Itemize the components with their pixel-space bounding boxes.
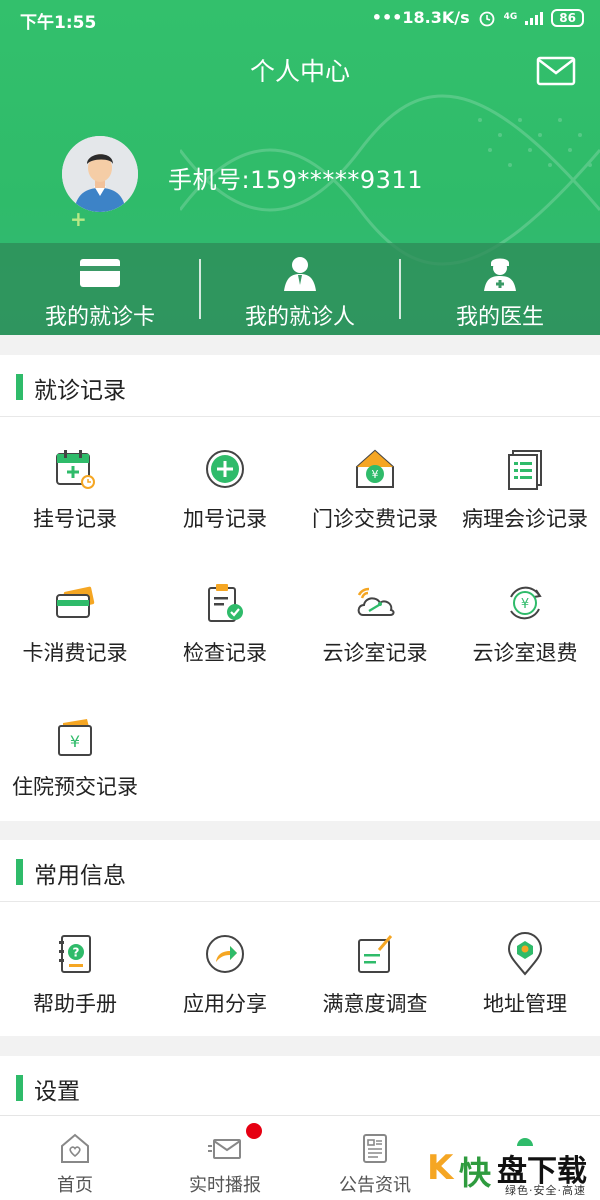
records-header: 就诊记录 bbox=[0, 355, 600, 417]
status-time: 下午1:55 bbox=[20, 13, 97, 33]
card-consumption-record-item[interactable]: 卡消费记录 bbox=[0, 551, 150, 685]
signal-icon bbox=[525, 11, 544, 25]
my-patient-label: 我的就诊人 bbox=[244, 305, 355, 330]
doctor-icon bbox=[484, 258, 516, 291]
my-doctor-label: 我的医生 bbox=[455, 305, 544, 330]
my-card-button[interactable]: 我的就诊卡 bbox=[0, 243, 200, 335]
status-indicators: •••18.3K/s 4G 86 bbox=[372, 8, 584, 27]
yuan-wallet-icon: ¥ bbox=[58, 719, 92, 756]
records-title: 就诊记录 bbox=[34, 378, 126, 404]
cloud-clinic-record-item[interactable]: 云诊室记录 bbox=[300, 551, 450, 685]
exam-record-label: 检查记录 bbox=[183, 641, 267, 665]
svg-text:?: ? bbox=[73, 946, 80, 960]
section-accent-bar bbox=[16, 374, 23, 400]
document-list-icon bbox=[508, 450, 542, 490]
tab-home-label: 首页 bbox=[57, 1175, 93, 1196]
app-share-item[interactable]: 应用分享 bbox=[150, 902, 300, 1036]
broadcast-icon bbox=[208, 1139, 241, 1159]
card-consumption-record-label: 卡消费记录 bbox=[22, 641, 128, 665]
registration-record-label: 挂号记录 bbox=[33, 507, 117, 531]
info-header: 常用信息 bbox=[0, 840, 600, 902]
profile-header: 下午1:55 •••18.3K/s 4G 86 个人中心 + 手机号:159**… bbox=[0, 0, 600, 335]
svg-text:¥: ¥ bbox=[521, 597, 529, 612]
cloud-clinic-refund-label: 云诊室退费 bbox=[472, 641, 578, 665]
satisfaction-survey-label: 满意度调查 bbox=[322, 992, 428, 1016]
calendar-add-icon bbox=[56, 450, 95, 489]
inpatient-prepay-record-item[interactable]: ¥ 住院预交记录 bbox=[0, 685, 150, 819]
refund-yuan-icon: ¥ bbox=[510, 586, 542, 620]
quick-links-bar: 我的就诊卡 我的就诊人 我的医生 bbox=[0, 243, 600, 335]
notification-badge bbox=[246, 1123, 262, 1139]
card-icon bbox=[80, 259, 120, 287]
cloud-stethoscope-icon bbox=[357, 587, 395, 616]
my-card-label: 我的就诊卡 bbox=[44, 305, 155, 330]
address-management-label: 地址管理 bbox=[483, 992, 567, 1016]
patient-icon bbox=[284, 257, 316, 291]
records-section: 就诊记录 挂号记录 加号记录 ¥ 门诊交费记录 病理会诊记录 卡消费记录 检查记… bbox=[0, 355, 600, 821]
plus-decoration: + bbox=[70, 207, 87, 231]
share-icon bbox=[206, 935, 244, 973]
outpatient-payment-record-label: 门诊交费记录 bbox=[312, 507, 438, 531]
inpatient-prepay-record-label: 住院预交记录 bbox=[12, 775, 138, 799]
cloud-clinic-record-label: 云诊室记录 bbox=[322, 641, 428, 665]
settings-title: 设置 bbox=[34, 1079, 80, 1105]
tab-broadcast-label: 实时播报 bbox=[189, 1175, 261, 1196]
divider bbox=[199, 259, 201, 319]
status-bar: 下午1:55 •••18.3K/s 4G 86 bbox=[0, 0, 600, 36]
my-doctor-button[interactable]: 我的医生 bbox=[400, 243, 600, 335]
settings-section[interactable]: 设置 bbox=[0, 1056, 600, 1118]
network-speed: •••18.3K/s bbox=[371, 8, 470, 27]
help-manual-label: 帮助手册 bbox=[33, 992, 117, 1016]
pathology-record-item[interactable]: 病理会诊记录 bbox=[450, 417, 600, 551]
mail-icon[interactable] bbox=[536, 55, 576, 87]
news-icon bbox=[363, 1134, 387, 1163]
watermark-logo: K 快 盘下载 绿色·安全·高速 bbox=[425, 1140, 600, 1200]
battery-icon: 86 bbox=[551, 8, 584, 27]
watermark-sub: 绿色·安全·高速 bbox=[505, 1184, 586, 1197]
pathology-record-label: 病理会诊记录 bbox=[462, 507, 588, 531]
alarm-icon bbox=[479, 11, 495, 26]
svg-text:¥: ¥ bbox=[372, 468, 379, 481]
svg-text:¥: ¥ bbox=[70, 732, 80, 751]
clipboard-check-icon bbox=[208, 584, 243, 622]
info-title: 常用信息 bbox=[34, 863, 126, 889]
registration-record-item[interactable]: 挂号记录 bbox=[0, 417, 150, 551]
outpatient-payment-record-item[interactable]: ¥ 门诊交费记录 bbox=[300, 417, 450, 551]
home-icon bbox=[61, 1133, 89, 1163]
info-section: 常用信息 ? 帮助手册 应用分享 满意度调查 地址管理 bbox=[0, 840, 600, 1036]
help-manual-item[interactable]: ? 帮助手册 bbox=[0, 902, 150, 1036]
user-avatar-icon bbox=[62, 136, 138, 212]
help-book-icon: ? bbox=[59, 935, 91, 973]
house-yuan-icon: ¥ bbox=[356, 449, 394, 488]
card-wallet-icon bbox=[56, 586, 95, 618]
my-patient-button[interactable]: 我的就诊人 bbox=[200, 243, 400, 335]
divider bbox=[399, 259, 401, 319]
exam-record-item[interactable]: 检查记录 bbox=[150, 551, 300, 685]
avatar[interactable] bbox=[62, 136, 138, 212]
tab-home[interactable]: 首页 bbox=[0, 1116, 150, 1200]
app-share-label: 应用分享 bbox=[183, 992, 267, 1016]
watermark-kuai: 快 bbox=[459, 1154, 492, 1192]
survey-icon bbox=[358, 935, 393, 973]
network-type: 4G bbox=[503, 12, 518, 22]
phone-number: 手机号:159*****9311 bbox=[168, 166, 423, 194]
section-accent-bar bbox=[16, 1075, 23, 1101]
watermark-k: K bbox=[427, 1148, 454, 1188]
section-accent-bar bbox=[16, 859, 23, 885]
cloud-clinic-refund-item[interactable]: ¥ 云诊室退费 bbox=[450, 551, 600, 685]
plus-circle-icon bbox=[206, 450, 244, 488]
settings-header: 设置 bbox=[0, 1056, 600, 1118]
tab-broadcast[interactable]: 实时播报 bbox=[150, 1116, 300, 1200]
address-management-item[interactable]: 地址管理 bbox=[450, 902, 600, 1036]
page-title: 个人中心 bbox=[249, 57, 350, 86]
satisfaction-survey-item[interactable]: 满意度调查 bbox=[300, 902, 450, 1036]
add-number-record-item[interactable]: 加号记录 bbox=[150, 417, 300, 551]
location-icon bbox=[507, 932, 543, 976]
add-number-record-label: 加号记录 bbox=[183, 507, 267, 531]
